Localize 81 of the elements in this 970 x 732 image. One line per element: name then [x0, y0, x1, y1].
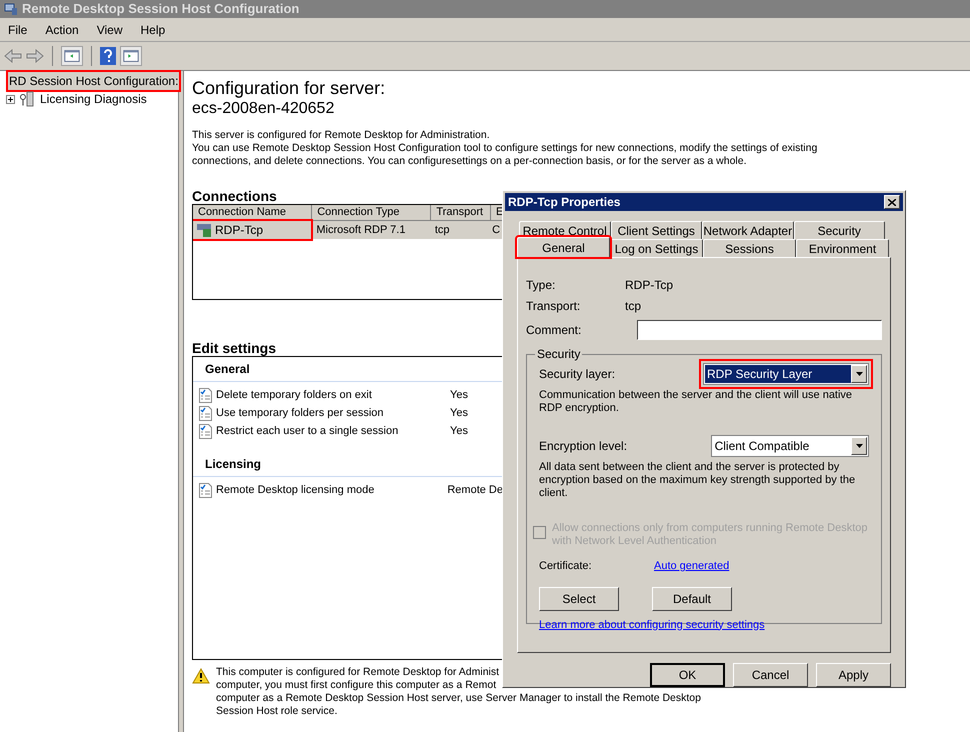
- tree-item[interactable]: Licensing Diagnosis: [39, 90, 148, 108]
- table-cell-text: Microsoft RDP 7.1: [315, 222, 406, 238]
- description-text: All data sent between the client and the server is protected by encryption based on the maximum key strength supported by the client.: [539, 461, 856, 500]
- warning-icon: [192, 668, 210, 684]
- tab[interactable]: Sessions: [703, 239, 796, 257]
- warning-text: computer as a Remote Desktop Session Host server, use Server Manager to install the Remote Desktop: [216, 692, 701, 705]
- field-label: Security layer:: [539, 366, 616, 383]
- tree-item[interactable]: RD Session Host Configuration:: [8, 72, 180, 90]
- caret-icon: [856, 444, 862, 448]
- section-heading: Connections: [192, 188, 277, 204]
- server-name: ecs-2008en-420652: [192, 99, 334, 119]
- intro-text: This server is configured for Remote Desktop for Administration.: [192, 129, 491, 142]
- dialog-button[interactable]: Cancel: [733, 663, 808, 687]
- field-value: RDP-Tcp: [625, 277, 674, 294]
- tab[interactable]: Environment: [796, 239, 889, 257]
- intro-text: You can use Remote Desktop Session Host Configuration tool to configure settings for new connections, modify the settings of existing connections, and delete connections. You can configuresettings on a per-connection basis, or for the server as a whole.: [192, 142, 818, 168]
- forward-icon[interactable]: [26, 49, 44, 63]
- checklist-icon: [199, 406, 212, 420]
- close-button[interactable]: [884, 195, 900, 209]
- field-label: Certificate:: [539, 559, 593, 574]
- dropdown-arrow-button[interactable]: [851, 437, 867, 455]
- warning-text: computer, you must first configure this computer as a Remot: [216, 679, 496, 692]
- setting-label[interactable]: Delete temporary folders on exit: [216, 386, 450, 404]
- connection-icon: [197, 223, 213, 237]
- caret-icon: [856, 372, 862, 376]
- back-icon[interactable]: [4, 49, 22, 63]
- help-icon[interactable]: [100, 47, 116, 65]
- tab[interactable]: Client Settings: [610, 221, 702, 239]
- menu-item[interactable]: View: [96, 20, 122, 38]
- warning-text: Session Host role service.: [216, 705, 338, 718]
- comment-field[interactable]: [636, 320, 882, 340]
- table-cell-text: C: [491, 222, 502, 238]
- tab[interactable]: General: [517, 237, 610, 257]
- dialog-button[interactable]: OK: [650, 663, 725, 687]
- learn-more-link[interactable]: Learn more about configuring security settings: [539, 616, 869, 633]
- close-icon: [888, 198, 896, 206]
- dialog-button[interactable]: Default: [652, 586, 732, 610]
- tab[interactable]: Security: [794, 221, 885, 239]
- dialog-title: RDP-Tcp Properties: [508, 194, 620, 211]
- table-row[interactable]: RDP-Tcp Microsoft RDP 7.1 tcp C: [193, 221, 503, 239]
- setting-label[interactable]: Use temporary folders per session: [216, 404, 450, 422]
- diagnosis-icon: [19, 91, 35, 107]
- table-cell-text: RDP-Tcp: [215, 222, 264, 239]
- dialog-button[interactable]: Select: [539, 586, 619, 610]
- encryption-level-select[interactable]: Client Compatible: [710, 435, 869, 457]
- field-label: Encryption level:: [539, 438, 628, 455]
- show-pane-icon[interactable]: [61, 46, 83, 66]
- field-value: tcp: [625, 298, 642, 315]
- setting-label[interactable]: Remote Desktop licensing mode: [216, 482, 448, 498]
- field-label: Type:: [526, 277, 556, 294]
- field-label: Comment:: [526, 322, 582, 339]
- dialog-button[interactable]: Apply: [816, 663, 891, 687]
- section-heading: Edit settings: [192, 340, 276, 356]
- tab[interactable]: Log on Settings: [610, 239, 703, 257]
- menu-item[interactable]: Help: [140, 20, 166, 38]
- certificate-link[interactable]: Auto generated: [654, 558, 730, 574]
- dropdown-arrow-button[interactable]: [851, 365, 867, 383]
- action-pane-icon[interactable]: [120, 46, 142, 66]
- security-layer-select[interactable]: RDP Security Layer: [703, 363, 869, 385]
- setting-value: Remote De: [447, 482, 503, 498]
- window-title: Remote Desktop Session Host Configuration: [22, 0, 300, 18]
- page-heading: Configuration for server:: [192, 77, 386, 99]
- setting-value: Yes: [450, 424, 468, 439]
- menu-item[interactable]: Action: [45, 20, 79, 38]
- expand-icon[interactable]: [6, 94, 15, 104]
- tab[interactable]: Network Adapter: [702, 221, 794, 239]
- setting-value: Yes: [450, 388, 468, 403]
- field-label: Transport:: [526, 298, 582, 315]
- description-text: Communication between the server and the client will use native RDP encryption.: [539, 389, 854, 415]
- checklist-icon: [199, 424, 212, 438]
- setting-value: Yes: [450, 406, 468, 421]
- column-header[interactable]: Transport: [431, 205, 492, 221]
- app-icon: [4, 2, 18, 16]
- group-title: Security: [535, 347, 582, 361]
- checklist-icon: [199, 482, 212, 498]
- table-cell-text: tcp: [434, 222, 451, 238]
- menu-item[interactable]: File: [8, 20, 28, 38]
- warning-text: This computer is configured for Remote Desktop for Administ: [216, 666, 500, 679]
- checklist-icon: [199, 388, 212, 402]
- setting-label[interactable]: Restrict each user to a single session: [216, 422, 450, 440]
- column-header[interactable]: Connection Type: [312, 205, 432, 221]
